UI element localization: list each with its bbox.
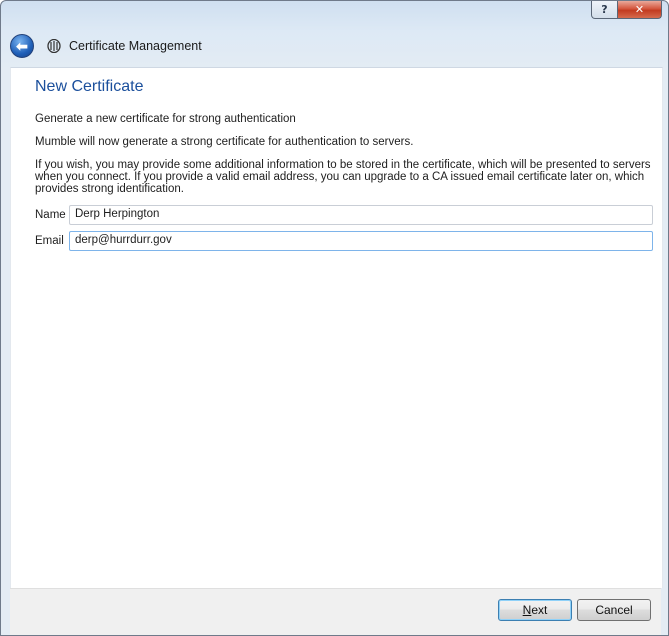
button-bar: Next Cancel <box>10 588 661 635</box>
email-label: Email <box>35 235 64 247</box>
next-button-label: Next <box>522 603 548 617</box>
cancel-button[interactable]: Cancel <box>577 599 651 621</box>
next-button[interactable]: Next <box>498 599 572 621</box>
mumble-logo-icon <box>46 38 62 54</box>
intro-text: Mumble will now generate a strong certif… <box>35 136 414 148</box>
wizard-page: New Certificate Generate a new certifica… <box>10 67 663 588</box>
cancel-button-label: Cancel <box>595 603 633 617</box>
help-icon: ? <box>601 3 608 16</box>
back-button[interactable]: ⬅ <box>10 34 34 58</box>
caption-buttons: ? ✕ <box>591 1 662 19</box>
close-button[interactable]: ✕ <box>618 1 662 19</box>
email-field[interactable]: derp@hurrdurr.gov <box>69 231 653 251</box>
name-field[interactable]: Derp Herpington <box>69 205 653 225</box>
wizard-window: ? ✕ ⬅ Certificate Management New Certifi… <box>0 0 669 636</box>
info-text: If you wish, you may provide some additi… <box>35 159 651 195</box>
close-icon: ✕ <box>634 3 645 16</box>
back-arrow-icon: ⬅ <box>16 37 28 54</box>
page-title: New Certificate <box>35 78 144 95</box>
help-button[interactable]: ? <box>591 1 618 19</box>
page-subtitle: Generate a new certificate for strong au… <box>35 113 296 125</box>
email-field-value: derp@hurrdurr.gov <box>75 234 172 246</box>
name-field-value: Derp Herpington <box>75 208 160 220</box>
window-title: Certificate Management <box>69 39 202 53</box>
name-label: Name <box>35 209 66 221</box>
wizard-header: ⬅ Certificate Management <box>10 33 202 59</box>
